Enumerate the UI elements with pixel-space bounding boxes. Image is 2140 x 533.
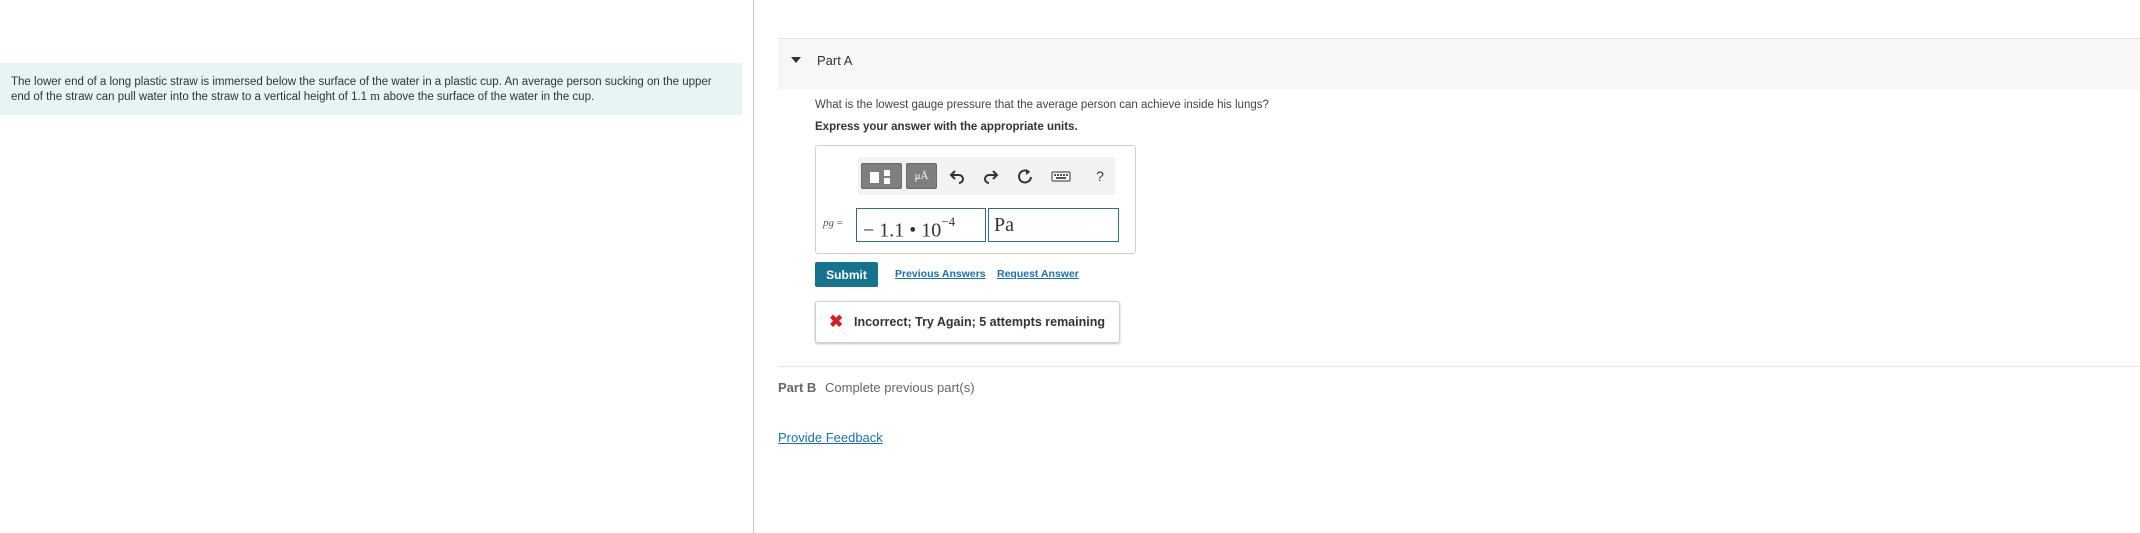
question-text: What is the lowest gauge pressure that t… [815,99,1269,111]
units-button[interactable]: μÅ [906,163,937,189]
redo-icon[interactable] [982,167,1000,185]
answer-pane: Part A What is the lowest gauge pressure… [755,0,2140,533]
part-a-header[interactable]: Part A [778,38,2140,90]
answer-value-field[interactable]: − 1.1 • 10−4 [856,208,986,242]
submit-button[interactable]: Submit [815,262,878,287]
math-toolbar: μÅ ? [858,157,1115,195]
part-b-status: Complete previous part(s) [825,380,975,395]
part-b-label: Part B [778,380,817,395]
provide-feedback-link[interactable]: Provide Feedback [778,430,883,445]
keyboard-icon[interactable] [1051,167,1071,185]
feedback-text: Incorrect; Try Again; 5 attempts remaini… [854,315,1105,329]
problem-unit: m [370,89,380,103]
variable-label: pg = [823,217,843,229]
undo-icon[interactable] [948,167,966,185]
templates-button[interactable] [861,163,902,189]
variable-symbol: pg [823,217,834,229]
equals-sign: = [836,217,843,229]
templates-icon [867,169,897,185]
problem-text-after: above the surface of the water in the cu… [380,91,595,103]
feedback-box: ✖ Incorrect; Try Again; 5 attempts remai… [815,301,1120,343]
answer-value-exponent: −4 [941,214,956,229]
instruction-text: Express your answer with the appropriate… [815,121,1078,133]
request-answer-link[interactable]: Request Answer [997,268,1079,280]
problem-text-before: The lower end of a long plastic straw is… [11,76,712,103]
previous-answers-link[interactable]: Previous Answers [895,268,986,280]
error-x-icon: ✖ [829,312,844,331]
part-a-title: Part A [817,53,853,68]
problem-statement: The lower end of a long plastic straw is… [0,63,742,115]
reset-icon[interactable] [1016,167,1034,185]
collapse-caret-icon[interactable] [791,57,801,63]
problem-pane: The lower end of a long plastic straw is… [0,0,754,533]
answer-units-field[interactable]: Pa [988,208,1119,242]
help-icon[interactable]: ? [1091,167,1109,185]
answer-value-base: − 1.1 • 10 [863,219,942,242]
part-b-divider [778,366,2140,367]
answer-box: μÅ ? pg = − 1.1 • 10−4 Pa [815,145,1136,254]
